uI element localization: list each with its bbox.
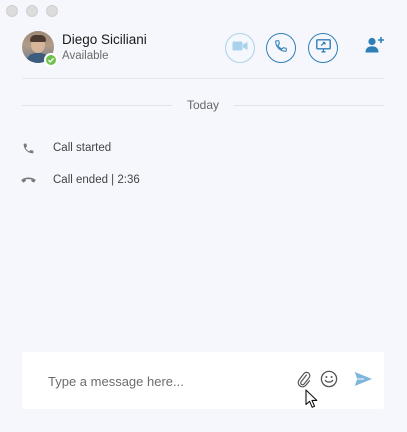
window-controls [6,5,58,17]
call-event-text: Call started [53,142,112,154]
date-divider-line [22,105,172,106]
phone-icon [20,140,36,156]
contact-status: Available [62,50,109,62]
avatar[interactable] [22,31,58,67]
video-call-button[interactable] [225,33,255,63]
call-event-item: Call ended | 2:36 [20,172,140,188]
send-button[interactable] [352,371,374,391]
phone-hangup-icon [20,172,36,188]
attach-button[interactable] [295,371,313,391]
header-divider [22,78,384,79]
smiley-icon [320,370,338,393]
call-event-item: Call started [20,140,111,156]
send-icon [354,371,373,392]
message-composer [22,352,384,409]
presence-available-icon [44,53,58,67]
phone-icon [274,39,288,58]
mouse-pointer-icon [305,389,319,409]
share-screen-button[interactable] [308,33,338,63]
emoji-button[interactable] [319,370,339,393]
call-event-text: Call ended | 2:36 [53,174,140,186]
audio-call-button[interactable] [266,33,296,63]
chat-window: Diego Siciliani Available Today Call sta… [0,0,407,432]
date-divider-line [234,105,384,106]
message-input[interactable] [48,371,288,391]
screen-share-icon [315,38,331,58]
add-people-button[interactable] [365,36,385,59]
contact-name[interactable]: Diego Siciliani [62,32,147,47]
video-icon [232,39,248,57]
date-divider-label: Today [186,98,220,112]
add-person-icon [365,36,385,59]
close-window-button[interactable] [6,5,18,17]
minimize-window-button[interactable] [26,5,38,17]
maximize-window-button[interactable] [46,5,58,17]
